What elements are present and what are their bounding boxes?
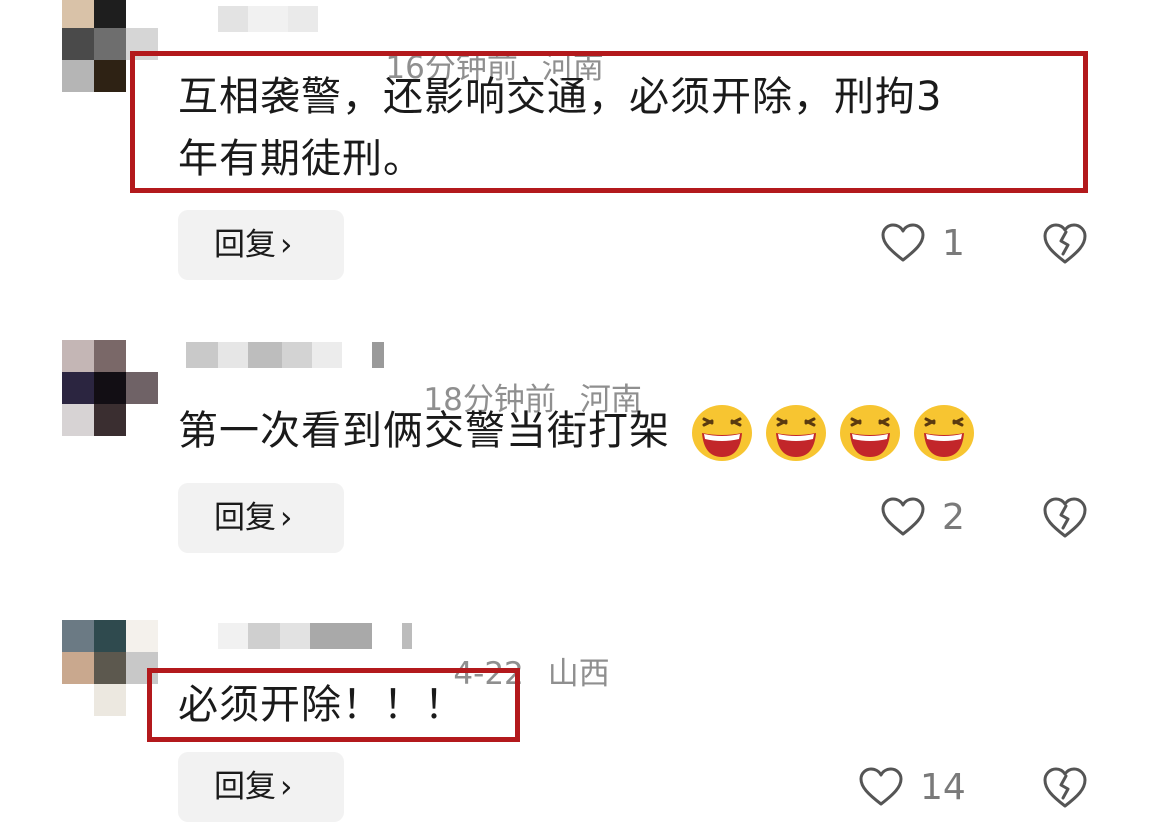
like-count: 1 (942, 223, 965, 264)
broken-heart-icon[interactable] (1042, 766, 1088, 810)
username-redacted[interactable] (218, 623, 412, 649)
comment-text-content: 必须开除！！！ (178, 682, 465, 728)
heart-outline-icon[interactable] (880, 496, 926, 538)
like-count: 2 (942, 497, 965, 538)
comment-text: 第一次看到俩交警当街打架 (178, 400, 976, 463)
heart-outline-icon[interactable] (858, 766, 904, 808)
reply-label: 回复 (214, 500, 276, 536)
chevron-right-icon: › (280, 769, 293, 805)
like-count: 14 (920, 767, 966, 808)
reply-label: 回复 (214, 227, 276, 263)
avatar[interactable] (62, 620, 158, 716)
comment-text-line: 互相袭警，还影响交通，必须开除，刑拘3 (178, 74, 943, 120)
comment-text-content: 第一次看到俩交警当街打架 (178, 408, 670, 454)
reply-button[interactable]: 回复 › (178, 210, 344, 280)
chevron-right-icon: › (280, 227, 293, 263)
reply-button[interactable]: 回复 › (178, 752, 344, 822)
reply-label: 回复 (214, 769, 276, 805)
comment-text: 必须开除！！！ (178, 674, 465, 736)
username-redacted[interactable] (186, 342, 384, 368)
heart-outline-icon[interactable] (880, 222, 926, 264)
laughing-emoji-icon (765, 405, 826, 461)
laughing-emoji-icon (913, 405, 974, 461)
reply-button[interactable]: 回复 › (178, 483, 344, 553)
emoji-group (676, 405, 976, 461)
laughing-emoji-icon (691, 405, 752, 461)
comment-location: 山西 (547, 656, 610, 692)
broken-heart-icon[interactable] (1042, 496, 1088, 540)
laughing-emoji-icon (839, 405, 900, 461)
comment-text: 互相袭警，还影响交通，必须开除，刑拘3 年有期徒刑。 (178, 66, 942, 190)
broken-heart-icon[interactable] (1042, 222, 1088, 266)
comment-text-line: 年有期徒刑。 (178, 136, 424, 182)
avatar[interactable] (62, 340, 158, 436)
chevron-right-icon: › (280, 500, 293, 536)
username-redacted[interactable] (218, 6, 318, 32)
